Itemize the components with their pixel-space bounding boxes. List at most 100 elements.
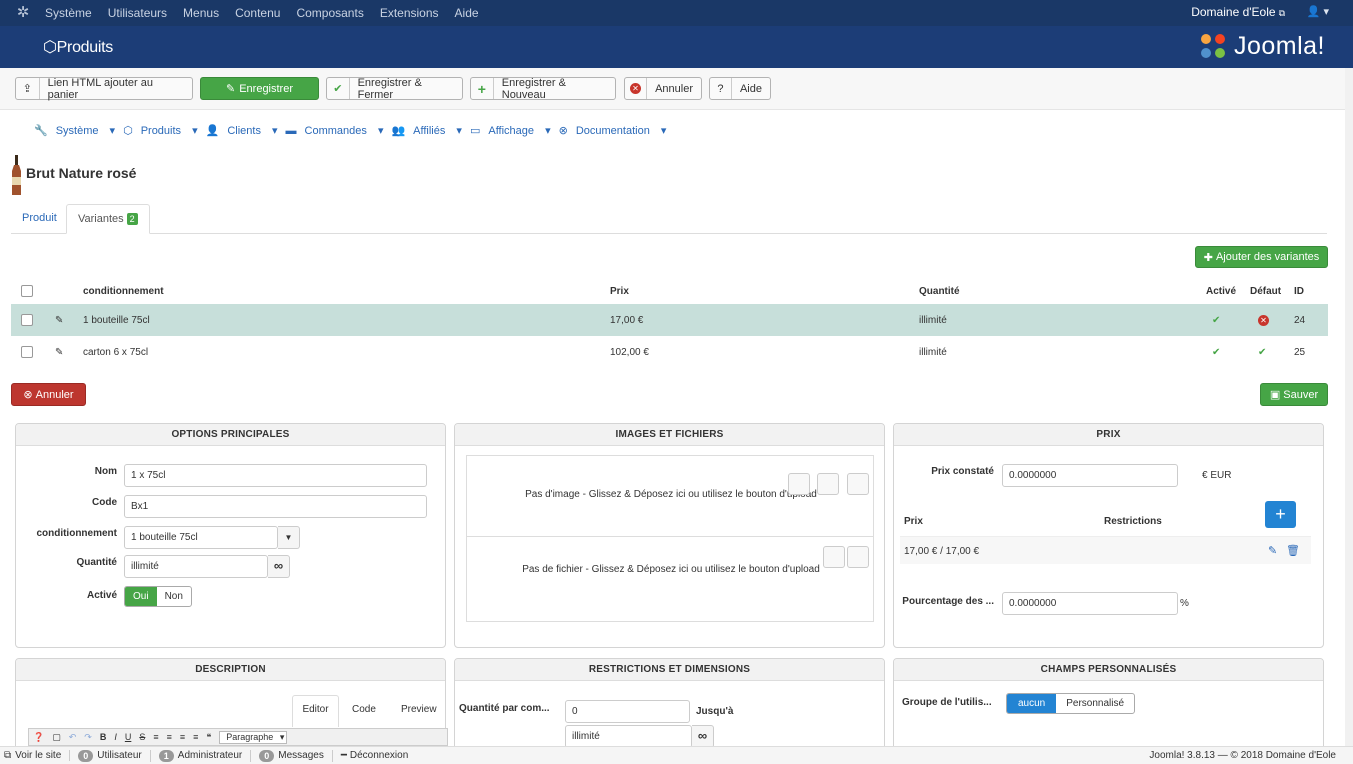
messages-link[interactable]: 0 Messages bbox=[259, 749, 333, 762]
toggle-none[interactable]: aucun bbox=[1007, 694, 1057, 713]
check-icon[interactable]: ✔ bbox=[1212, 315, 1220, 326]
undo-icon[interactable]: ↶ bbox=[69, 732, 77, 743]
col-prix[interactable]: Prix bbox=[610, 278, 919, 304]
blockquote-icon[interactable]: ❝ bbox=[206, 732, 211, 743]
col-id[interactable]: ID bbox=[1294, 278, 1328, 304]
toggle-yes[interactable]: Oui bbox=[125, 587, 157, 606]
submenu-affichage[interactable]: ▭ Affichage ▾ bbox=[470, 124, 551, 137]
image-dropzone[interactable]: Pas d'image - Glissez & Déposez ici ou u… bbox=[466, 455, 874, 537]
new-document-icon[interactable]: ▢ bbox=[52, 732, 61, 743]
pencil-icon[interactable]: ✎ bbox=[47, 304, 83, 336]
col-quantite[interactable]: Quantité bbox=[919, 278, 1206, 304]
col-defaut[interactable]: Défaut bbox=[1250, 278, 1294, 304]
menu-systeme[interactable]: Système bbox=[45, 6, 92, 20]
user-group-toggle[interactable]: aucun Personnalisé bbox=[1006, 693, 1136, 714]
tab-code[interactable]: Code bbox=[352, 704, 376, 715]
edit-icon[interactable] bbox=[847, 473, 869, 495]
tab-variantes[interactable]: Variantes 2 bbox=[66, 204, 150, 234]
restrictions-panel: RESTRICTIONS ET DIMENSIONS Quantité par … bbox=[454, 658, 885, 758]
add-price-button[interactable]: + bbox=[1265, 501, 1296, 528]
align-justify-icon[interactable]: ≡ bbox=[153, 732, 158, 742]
cell-id: 24 bbox=[1294, 304, 1328, 336]
cancel-button[interactable]: ✕ Annuler bbox=[624, 77, 702, 100]
help-icon[interactable]: ❓ bbox=[33, 732, 44, 743]
tab-produit[interactable]: Produit bbox=[11, 204, 68, 234]
submenu-commandes[interactable]: ▬ Commandes ▾ bbox=[286, 124, 384, 137]
toggle-no[interactable]: Non bbox=[157, 587, 191, 606]
table-row[interactable]: ✎ 1 bouteille 75cl 17,00 € illimité ✔ ✕ … bbox=[11, 304, 1328, 336]
bold-icon[interactable]: B bbox=[100, 732, 107, 742]
active-toggle[interactable]: Oui Non bbox=[124, 586, 192, 607]
select-all-checkbox[interactable] bbox=[21, 285, 33, 297]
tab-variantes-label: Variantes bbox=[78, 213, 124, 225]
submenu-systeme[interactable]: 🔧 Système ▾ bbox=[34, 124, 115, 137]
view-site-link[interactable]: ⧉ Voir le site bbox=[4, 750, 71, 761]
users-link[interactable]: 0 Utilisateur bbox=[78, 749, 151, 762]
qty-input[interactable]: illimité bbox=[124, 555, 268, 578]
qty-min-input[interactable]: 0 bbox=[565, 700, 690, 723]
save-close-button[interactable]: ✔ Enregistrer & Fermer bbox=[326, 77, 463, 101]
menu-menus[interactable]: Menus bbox=[183, 6, 219, 20]
html-link-button[interactable]: ⇪ Lien HTML ajouter au panier bbox=[15, 77, 193, 101]
menu-extensions[interactable]: Extensions bbox=[380, 6, 439, 20]
underline-icon[interactable]: U bbox=[125, 732, 132, 742]
user-menu-icon[interactable]: 👤 ▾ bbox=[1307, 5, 1329, 18]
row-checkbox[interactable] bbox=[21, 346, 33, 358]
submenu-clients[interactable]: 👤 Clients ▾ bbox=[206, 124, 278, 137]
qty-max-input[interactable]: illimité bbox=[565, 725, 692, 748]
save-button[interactable]: ✎ Enregistrer bbox=[200, 77, 319, 100]
images-files-panel: IMAGES ET FICHIERS Pas d'image - Glissez… bbox=[454, 423, 885, 648]
site-link[interactable]: Domaine d'Eole ⧉ bbox=[1191, 5, 1285, 19]
infinity-icon[interactable]: ∞ bbox=[268, 555, 290, 578]
tab-editor[interactable]: Editor bbox=[292, 695, 339, 727]
format-select[interactable]: Paragraphe ▾ bbox=[219, 730, 288, 744]
default-check-icon[interactable]: ✔ bbox=[1258, 347, 1266, 358]
menu-aide[interactable]: Aide bbox=[455, 6, 479, 20]
infinity-icon[interactable]: ∞ bbox=[692, 725, 714, 748]
toggle-custom[interactable]: Personnalisé bbox=[1056, 694, 1134, 713]
admins-link[interactable]: 1 Administrateur bbox=[158, 749, 252, 762]
name-input[interactable]: 1 x 75cl bbox=[124, 464, 427, 487]
col-active[interactable]: Activé bbox=[1206, 278, 1250, 304]
save-variant-button[interactable]: ▣ Sauver bbox=[1260, 383, 1328, 406]
save-new-button[interactable]: + Enregistrer & Nouveau bbox=[470, 77, 616, 101]
file-dropzone[interactable]: Pas de fichier - Glissez & Déposez ici o… bbox=[466, 536, 874, 622]
upload-icon[interactable] bbox=[823, 546, 845, 568]
table-row[interactable]: ✎ carton 6 x 75cl 102,00 € illimité ✔ ✔ … bbox=[11, 336, 1328, 368]
strikethrough-icon[interactable]: S bbox=[139, 732, 145, 742]
scrollbar[interactable] bbox=[1345, 68, 1353, 746]
help-button[interactable]: ? Aide bbox=[709, 77, 771, 100]
align-right-icon[interactable]: ≡ bbox=[193, 732, 198, 742]
italic-icon[interactable]: I bbox=[114, 732, 117, 742]
redo-icon[interactable]: ↷ bbox=[84, 732, 92, 743]
add-icon[interactable] bbox=[817, 473, 839, 495]
upload-icon[interactable] bbox=[788, 473, 810, 495]
add-icon[interactable] bbox=[847, 546, 869, 568]
tab-preview[interactable]: Preview bbox=[401, 704, 437, 715]
cancel-variant-button[interactable]: ⊗ Annuler bbox=[11, 383, 86, 406]
percentage-input[interactable]: 0.0000000 bbox=[1002, 592, 1178, 615]
menu-utilisateurs[interactable]: Utilisateurs bbox=[108, 6, 167, 20]
align-left-icon[interactable]: ≡ bbox=[180, 732, 185, 742]
col-conditionnement[interactable]: conditionnement bbox=[83, 278, 610, 304]
trash-icon[interactable]: 🗑 bbox=[1286, 544, 1300, 557]
row-checkbox[interactable] bbox=[21, 314, 33, 326]
menu-contenu[interactable]: Contenu bbox=[235, 6, 280, 20]
logout-link[interactable]: ━ Déconnexion bbox=[341, 750, 416, 761]
add-variants-button[interactable]: ✚ Ajouter des variantes bbox=[1195, 246, 1328, 268]
menu-composants[interactable]: Composants bbox=[296, 6, 363, 20]
code-input[interactable]: Bx1 bbox=[124, 495, 427, 518]
not-default-icon[interactable]: ✕ bbox=[1258, 314, 1269, 326]
align-center-icon[interactable]: ≡ bbox=[167, 732, 172, 742]
main-options-panel: OPTIONS PRINCIPALES Nom 1 x 75cl Code Bx… bbox=[15, 423, 446, 648]
chevron-down-icon[interactable]: ▼ bbox=[278, 526, 300, 549]
check-icon[interactable]: ✔ bbox=[1212, 347, 1220, 358]
observed-price-input[interactable]: 0.0000000 bbox=[1002, 464, 1178, 487]
submenu-produits[interactable]: ⬡ Produits ▾ bbox=[123, 124, 198, 137]
pencil-icon[interactable]: ✎ bbox=[1268, 544, 1277, 557]
pencil-icon[interactable]: ✎ bbox=[47, 336, 83, 368]
submenu-documentation[interactable]: ⊗ Documentation ▾ bbox=[559, 124, 667, 137]
cond-select[interactable]: 1 bouteille 75cl bbox=[124, 526, 278, 549]
submenu-affilies[interactable]: 👥 Affiliés ▾ bbox=[391, 124, 461, 137]
joomla-icon[interactable]: ✲ bbox=[15, 5, 31, 21]
